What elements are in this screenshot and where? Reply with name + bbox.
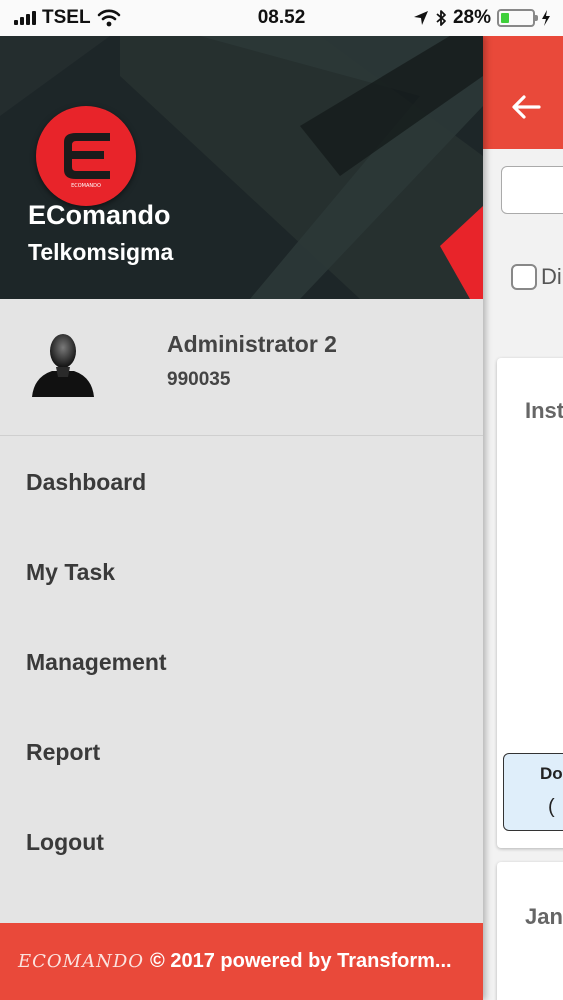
battery-icon — [497, 9, 538, 27]
menu-item-dashboard[interactable]: Dashboard — [0, 437, 483, 527]
background-card: Inst Do ( — [497, 358, 563, 848]
company-name: Telkomsigma — [28, 239, 174, 265]
background-card-button-line1: Do — [540, 764, 563, 783]
background-card-2-title: Jan — [525, 904, 563, 929]
drawer-header: ECOMANDO EComando Telkomsigma — [0, 36, 483, 299]
background-card-button[interactable]: Do ( — [503, 753, 563, 831]
ecomando-logo-icon: ECOMANDO — [36, 106, 136, 206]
footer-brand: ECOMANDO — [18, 951, 145, 972]
background-checkbox[interactable] — [511, 264, 537, 290]
bluetooth-icon — [436, 10, 446, 26]
drawer-footer: ECOMANDO © 2017 powered by Transform... — [0, 923, 483, 1000]
user-id: 990035 — [167, 369, 231, 390]
background-app: Di Inst Do ( Jan — [483, 36, 563, 1000]
footer-copyright: © 2017 powered by Transform... — [150, 950, 452, 972]
navigation-drawer: ECOMANDO EComando Telkomsigma Administra… — [0, 36, 483, 1000]
background-card-2: Jan — [497, 862, 563, 1000]
menu-item-management[interactable]: Management — [0, 617, 483, 707]
status-left: TSEL — [14, 0, 121, 36]
charging-icon — [542, 10, 550, 26]
status-bar: TSEL 08.52 28% — [0, 0, 563, 36]
app-name: EComando — [28, 200, 171, 230]
battery-percent: 28% — [452, 7, 491, 28]
user-profile[interactable]: Administrator 2 990035 — [0, 299, 483, 436]
background-card-button-line2: ( — [548, 796, 555, 818]
menu-item-logout[interactable]: Logout — [0, 797, 483, 887]
background-app-bar — [483, 36, 563, 149]
menu-item-my-task[interactable]: My Task — [0, 527, 483, 617]
status-right: 28% — [413, 0, 551, 36]
signal-icon — [14, 11, 36, 25]
user-avatar-icon — [32, 334, 94, 397]
logo-caption: ECOMANDO — [71, 183, 101, 189]
wifi-icon — [97, 9, 120, 27]
menu-item-report[interactable]: Report — [0, 707, 483, 797]
background-search-input[interactable] — [501, 166, 563, 214]
user-name: Administrator 2 — [167, 331, 337, 357]
background-card-title: Inst — [525, 398, 563, 423]
drawer-menu: Dashboard My Task Management Report Logo… — [0, 437, 483, 887]
location-arrow-icon — [413, 11, 428, 25]
arrow-left-icon[interactable] — [511, 94, 541, 120]
carrier-name: TSEL — [42, 7, 91, 28]
background-checkbox-label: Di — [541, 264, 562, 289]
